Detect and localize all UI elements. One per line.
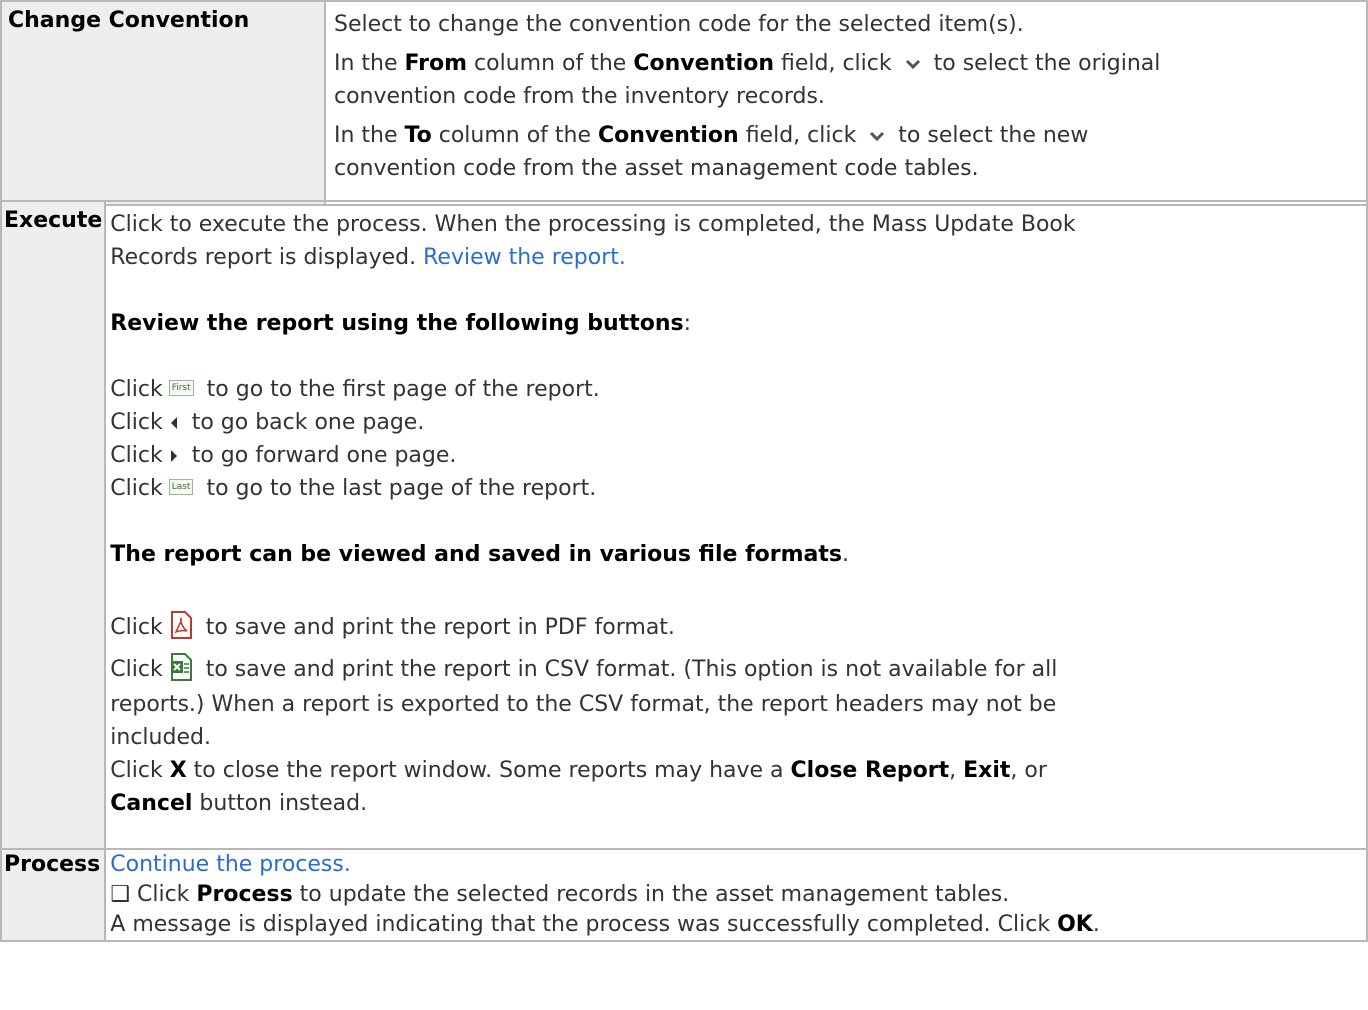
pdf-line: Click to save and print the report in PD… (110, 610, 1360, 646)
change-convention-table: Change Convention Select to change the c… (0, 0, 1368, 206)
process-row: Process Continue the process. ❑ Click Pr… (0, 848, 1368, 942)
nav-next-line: Click to go forward one page. (110, 443, 457, 468)
process-message-line: A message is displayed indicating that t… (110, 912, 1100, 937)
last-page-button-icon: Last (168, 479, 194, 495)
previous-page-icon (170, 417, 177, 429)
csv-excel-icon (170, 653, 192, 681)
execute-heading: Execute (0, 200, 107, 850)
csv-line-2: reports.) When a report is exported to t… (110, 692, 1057, 717)
execute-process-table: Execute Click to execute the process. Wh… (0, 200, 1368, 942)
review-report-link[interactable]: Review the report. (423, 245, 626, 270)
execute-row: Execute Click to execute the process. Wh… (0, 200, 1368, 850)
next-page-icon (170, 450, 177, 462)
chevron-down-icon (905, 59, 920, 70)
process-heading: Process (0, 848, 107, 942)
process-step-line: ❑ Click Process to update the selected r… (110, 882, 1010, 907)
nav-last-line: Click Last to go to the last page of the … (110, 476, 597, 501)
nav-prev-line: Click to go back one page. (110, 410, 425, 435)
pdf-icon (170, 611, 192, 639)
change-convention-line: Select to change the convention code for… (334, 12, 1024, 37)
csv-line-3: included. (110, 725, 211, 750)
close-line-2: Cancel button instead. (110, 791, 368, 816)
nav-first-line: Click First to go to the first page of th… (110, 377, 600, 402)
buttons-heading: Review the report using the following bu… (110, 311, 692, 336)
change-convention-heading: Change Convention (0, 0, 326, 206)
execute-intro: Click to execute the process. When the p… (110, 212, 1076, 237)
to-instruction: In the To column of the Convention field… (334, 123, 1089, 181)
first-page-button-icon: First (168, 380, 194, 396)
close-line: Click X to close the report window. Some… (110, 758, 1047, 783)
process-link-line: Continue the process. (110, 850, 1360, 880)
chevron-down-icon (870, 131, 885, 142)
formats-heading: The report can be viewed and saved in va… (110, 542, 850, 567)
change-convention-row: Change Convention Select to change the c… (0, 0, 1368, 206)
execute-intro-line2: Records report is displayed. Review the … (110, 245, 626, 270)
execute-description: Click to execute the process. When the p… (104, 200, 1368, 850)
change-convention-description: Select to change the convention code for… (324, 0, 1368, 206)
csv-line: Click to save and print the report in CS… (110, 652, 1360, 688)
continue-process-link[interactable]: Continue the process. (110, 852, 351, 877)
from-instruction: In the From column of the Convention fie… (334, 51, 1161, 109)
process-description: Continue the process. ❑ Click Process to… (104, 848, 1368, 942)
